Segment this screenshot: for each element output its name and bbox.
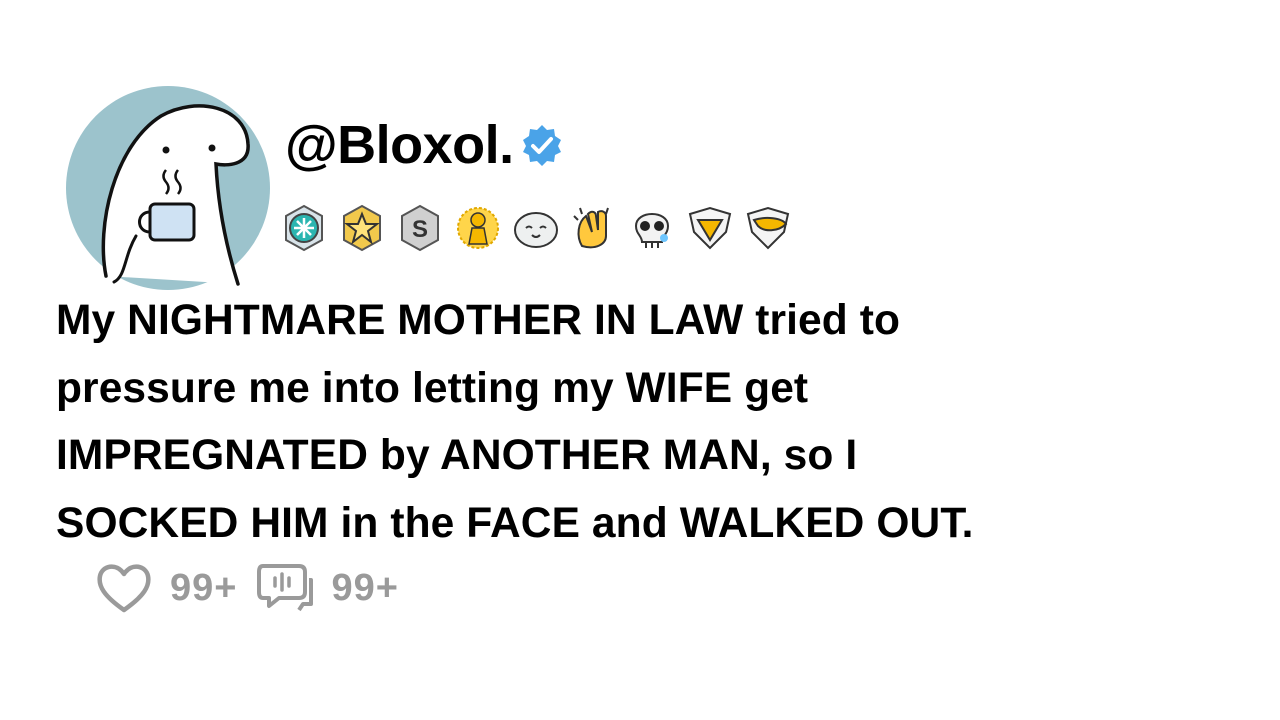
post-card: @Bloxol. S My NIGHTMARE MOTHER IN LAW tr… [0,0,1280,720]
tongue-award-icon[interactable] [742,202,794,254]
likes-count: 99+ [170,566,238,609]
silver-award-icon[interactable]: S [394,202,446,254]
username-row: @Bloxol. [285,112,564,178]
post-title: My NIGHTMARE MOTHER IN LAW tried to pres… [56,287,1186,557]
clap-award-icon[interactable] [568,202,620,254]
username[interactable]: @Bloxol. [285,118,514,172]
heart-icon[interactable] [94,560,154,616]
title-line: My NIGHTMARE MOTHER IN LAW tried to [56,297,901,344]
awards-row: S [278,202,800,254]
title-line: pressure me into letting my WIFE get [56,364,809,412]
star-award-icon[interactable] [336,202,388,254]
comment-icon[interactable] [255,560,315,616]
comments-count: 99+ [331,566,399,609]
gold-award-icon[interactable] [452,202,504,254]
skull-award-icon[interactable] [626,202,678,254]
svg-text:S: S [412,216,428,243]
seal-award-icon[interactable] [510,202,562,254]
avatar[interactable] [66,86,270,290]
helpful-award-icon[interactable] [278,202,330,254]
post-actions: 99+ 99+ [94,560,417,616]
verified-badge-icon [522,125,561,166]
gold-shield-award-icon[interactable] [684,202,736,254]
title-line: IMPREGNATED by ANOTHER MAN, so I [56,432,858,479]
title-line: SOCKED HIM in the FACE and WALKED OUT. [56,499,974,547]
